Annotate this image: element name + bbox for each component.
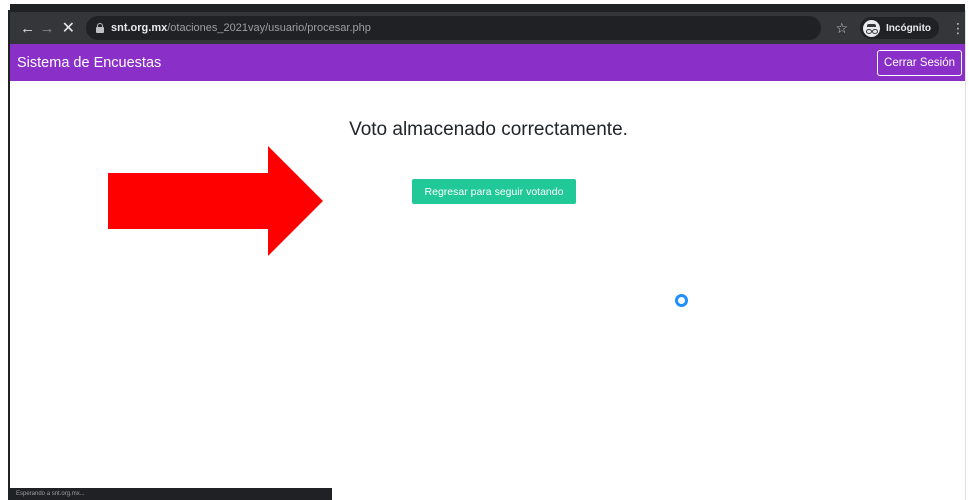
continue-voting-button[interactable]: Regresar para seguir votando [412, 179, 576, 204]
loading-cursor-icon [675, 294, 688, 307]
browser-status-bar: Esperando a snt.org.mx... [10, 488, 332, 500]
page-content: Voto almacenado correctamente. Regresar … [12, 81, 965, 500]
stop-loading-icon[interactable]: ✕ [59, 17, 78, 39]
url-host: snt.org.mx [110, 22, 168, 34]
window-frame-left [0, 10, 10, 500]
arrow-shape [108, 146, 323, 256]
red-arrow-annotation [108, 146, 323, 256]
incognito-label: Incógnito [886, 22, 932, 34]
brand-title[interactable]: Sistema de Encuestas [17, 55, 161, 71]
browser-toolbar: ← → ✕ snt.org.mx /otaciones_2021vay/usua… [10, 12, 965, 44]
profile-incognito-button[interactable]: Incógnito [860, 17, 940, 39]
status-text: Esperando a snt.org.mx... [16, 491, 85, 497]
lock-icon[interactable] [95, 23, 104, 33]
success-message: Voto almacenado correctamente. [349, 119, 628, 140]
forward-arrow-icon[interactable]: → [37, 17, 56, 39]
window-frame-top [0, 0, 969, 12]
back-arrow-icon[interactable]: ← [18, 17, 37, 39]
incognito-icon [863, 19, 881, 37]
logout-button[interactable]: Cerrar Sesión [877, 49, 962, 76]
app-navbar: Sistema de Encuestas Cerrar Sesión [10, 44, 965, 81]
bookmark-star-icon[interactable]: ☆ [835, 20, 848, 37]
window-frame-right [965, 10, 969, 500]
more-vert-icon[interactable]: ⋮ [951, 20, 965, 37]
address-bar[interactable]: snt.org.mx /otaciones_2021vay/usuario/pr… [85, 16, 822, 40]
tab-strip [10, 4, 965, 12]
url-path: /otaciones_2021vay/usuario/procesar.php [167, 22, 371, 34]
